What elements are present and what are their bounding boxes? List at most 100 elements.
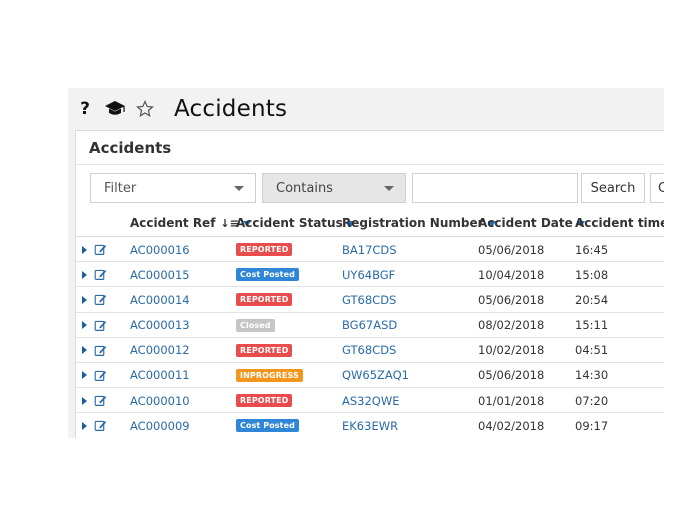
table-row[interactable]: AC000012 REPORTED GT68CDS 10/02/2018 04:…: [76, 338, 664, 363]
accident-date: 08/02/2018: [478, 318, 545, 333]
table-row[interactable]: AC000015 Cost Posted UY64BGF 10/04/2018 …: [76, 262, 664, 288]
top-toolbar: ? Accidents: [68, 88, 664, 130]
table-row[interactable]: AC000009 Cost Posted EK63EWR 04/02/2018 …: [76, 413, 664, 438]
accident-time: 04:51: [575, 343, 609, 358]
column-header-accident-status[interactable]: Accident Status: [236, 209, 355, 237]
status-badge-cell: Cost Posted: [236, 413, 299, 438]
expand-row-icon[interactable]: [82, 262, 87, 287]
status-badge: Cost Posted: [236, 419, 299, 433]
table-body: AC000016 REPORTED BA17CDS 05/06/2018 16:…: [76, 237, 664, 438]
accident-ref-link[interactable]: AC000011: [130, 363, 190, 388]
edit-icon[interactable]: [94, 262, 107, 287]
column-header-label: Accident Status: [236, 216, 343, 230]
status-badge-cell: Closed: [236, 313, 275, 338]
accident-date: 10/04/2018: [478, 267, 545, 282]
status-badge: Closed: [236, 318, 275, 332]
column-header-label: Registration Number: [342, 216, 484, 230]
accident-time: 14:30: [575, 368, 609, 383]
column-header-label: Accident Date: [478, 216, 573, 230]
graduation-cap-icon[interactable]: [100, 94, 130, 124]
accident-ref-link[interactable]: AC000013: [130, 313, 190, 338]
edit-icon[interactable]: [94, 413, 107, 438]
edit-icon[interactable]: [94, 388, 107, 413]
chevron-down-icon: [384, 186, 394, 191]
star-icon[interactable]: [130, 94, 160, 124]
table-header: Accident Ref ↓≡ Accident Status Registra…: [76, 209, 664, 237]
registration-link[interactable]: BA17CDS: [342, 237, 397, 262]
status-badge: REPORTED: [236, 394, 293, 408]
filter-operator-label: Contains: [276, 180, 333, 196]
status-badge-cell: REPORTED: [236, 237, 293, 262]
accident-ref-link[interactable]: AC000010: [130, 388, 190, 413]
filter-operator-select[interactable]: Contains: [262, 173, 406, 203]
column-header-accident-time[interactable]: Accident time: [575, 209, 664, 237]
accident-ref-link[interactable]: AC000015: [130, 262, 190, 287]
expand-row-icon[interactable]: [82, 338, 87, 363]
table-row[interactable]: AC000010 REPORTED AS32QWE 01/01/2018 07:…: [76, 388, 664, 414]
expand-row-icon[interactable]: [82, 413, 87, 438]
registration-link[interactable]: AS32QWE: [342, 388, 400, 413]
edit-icon[interactable]: [94, 237, 107, 262]
table-row[interactable]: AC000016 REPORTED BA17CDS 05/06/2018 16:…: [76, 237, 664, 263]
accident-time: 07:20: [575, 393, 609, 408]
edit-icon[interactable]: [94, 287, 107, 312]
star-glyph: [136, 100, 154, 117]
accident-date: 04/02/2018: [478, 418, 545, 433]
edit-icon[interactable]: [94, 363, 107, 388]
accident-ref-link[interactable]: AC000016: [130, 237, 190, 262]
accident-ref-link[interactable]: AC000009: [130, 413, 190, 438]
expand-row-icon[interactable]: [82, 313, 87, 338]
status-badge-cell: REPORTED: [236, 287, 293, 312]
accidents-table: Accident Ref ↓≡ Accident Status Registra…: [76, 209, 664, 438]
accident-time: 15:08: [575, 267, 609, 282]
clear-button[interactable]: C: [650, 173, 664, 203]
status-badge: REPORTED: [236, 343, 293, 357]
accident-time: 15:11: [575, 318, 609, 333]
filter-bar: Filter Contains Search C: [76, 173, 664, 209]
accident-date: 05/06/2018: [478, 242, 545, 257]
column-header-accident-ref[interactable]: Accident Ref ↓≡: [130, 209, 251, 237]
status-badge: REPORTED: [236, 243, 293, 256]
search-button[interactable]: Search: [581, 173, 645, 203]
accident-ref-link[interactable]: AC000014: [130, 287, 190, 312]
column-header-label: Accident time: [575, 216, 664, 230]
graduation-cap-glyph: [105, 101, 125, 115]
registration-link[interactable]: GT68CDS: [342, 338, 396, 363]
expand-row-icon[interactable]: [82, 363, 87, 388]
chevron-down-icon: [234, 186, 244, 191]
registration-link[interactable]: EK63EWR: [342, 413, 398, 438]
expand-row-icon[interactable]: [82, 237, 87, 262]
expand-row-icon[interactable]: [82, 287, 87, 312]
filter-field-select[interactable]: Filter: [90, 173, 256, 203]
column-header-registration-number[interactable]: Registration Number: [342, 209, 496, 237]
registration-link[interactable]: BG67ASD: [342, 313, 397, 338]
panel-header: Accidents: [76, 131, 664, 165]
status-badge-cell: INPROGRESS: [236, 363, 303, 388]
accident-ref-link[interactable]: AC000012: [130, 338, 190, 363]
help-icon[interactable]: ?: [70, 94, 100, 124]
accidents-panel: Accidents Filter Contains Search C Accid…: [75, 130, 664, 438]
edit-icon[interactable]: [94, 338, 107, 363]
table-row[interactable]: AC000013 Closed BG67ASD 08/02/2018 15:11: [76, 313, 664, 338]
column-header-label: Accident Ref: [130, 216, 216, 230]
registration-link[interactable]: UY64BGF: [342, 262, 395, 287]
page-title: Accidents: [174, 96, 288, 122]
panel-title: Accidents: [89, 138, 172, 157]
status-badge-cell: REPORTED: [236, 338, 293, 363]
registration-link[interactable]: QW65ZAQ1: [342, 363, 409, 388]
status-badge: REPORTED: [236, 293, 293, 307]
accident-date: 05/06/2018: [478, 368, 545, 383]
app-frame: ? Accidents Accidents Filter Contains Se…: [68, 88, 664, 438]
accident-time: 09:17: [575, 418, 609, 433]
edit-icon[interactable]: [94, 313, 107, 338]
search-input[interactable]: [412, 173, 578, 203]
column-header-accident-date[interactable]: Accident Date: [478, 209, 585, 237]
expand-row-icon[interactable]: [82, 388, 87, 413]
accident-time: 20:54: [575, 292, 609, 307]
table-row[interactable]: AC000014 REPORTED GT68CDS 05/06/2018 20:…: [76, 287, 664, 313]
table-row[interactable]: AC000011 INPROGRESS QW65ZAQ1 05/06/2018 …: [76, 363, 664, 389]
registration-link[interactable]: GT68CDS: [342, 287, 396, 312]
accident-date: 10/02/2018: [478, 343, 545, 358]
status-badge: INPROGRESS: [236, 368, 303, 382]
status-badge: Cost Posted: [236, 268, 299, 282]
